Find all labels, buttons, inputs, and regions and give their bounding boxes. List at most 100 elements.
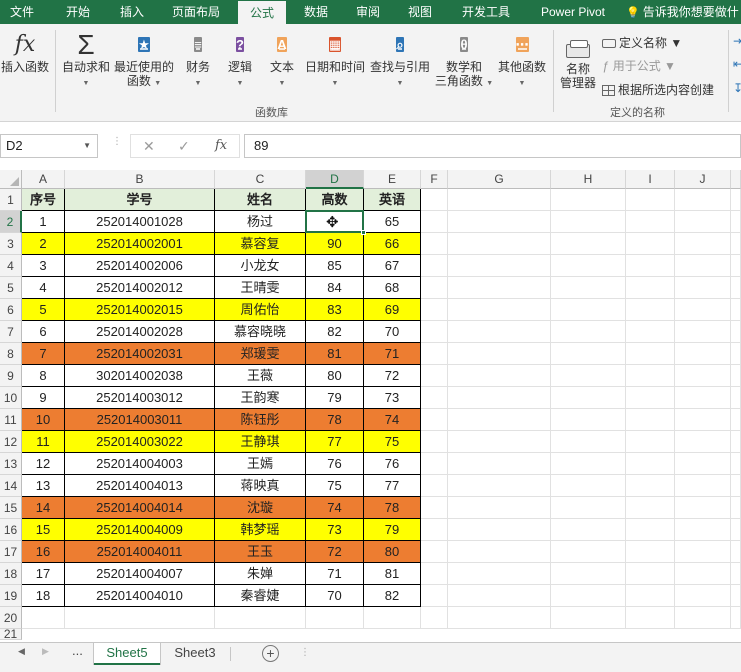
table-cell[interactable]: 252014004011 bbox=[65, 541, 215, 563]
row-header[interactable]: 12 bbox=[0, 431, 22, 453]
row-header[interactable]: 7 bbox=[0, 321, 22, 343]
table-cell[interactable]: 252014003011 bbox=[65, 409, 215, 431]
column-header[interactable]: D bbox=[306, 170, 364, 189]
row-header[interactable]: 1 bbox=[0, 189, 22, 211]
table-cell[interactable]: 王玉 bbox=[215, 541, 306, 563]
table-cell[interactable]: 70 bbox=[364, 321, 421, 343]
table-cell[interactable]: 79 bbox=[306, 387, 364, 409]
sheet-tab-sheet5[interactable]: Sheet5 bbox=[94, 643, 160, 665]
table-cell[interactable]: 252014001028 bbox=[65, 211, 215, 233]
table-cell[interactable]: 252014004010 bbox=[65, 585, 215, 607]
table-cell[interactable]: 82 bbox=[364, 585, 421, 607]
table-cell[interactable]: 75 bbox=[364, 431, 421, 453]
trace-dependents-icon[interactable]: ⇤ bbox=[733, 57, 741, 71]
row-header[interactable]: 8 bbox=[0, 343, 22, 365]
table-cell[interactable]: 78 bbox=[364, 497, 421, 519]
column-header[interactable]: A bbox=[22, 170, 65, 189]
table-cell[interactable]: 6 bbox=[22, 321, 65, 343]
table-cell[interactable]: 81 bbox=[306, 343, 364, 365]
date-time-button[interactable]: ▦ 日期和时间 ▼ bbox=[303, 32, 367, 88]
table-cell[interactable]: 82 bbox=[306, 321, 364, 343]
row-header[interactable]: 19 bbox=[0, 585, 22, 607]
tab-developer[interactable]: 开发工具 bbox=[450, 0, 522, 24]
table-cell[interactable]: 1 bbox=[22, 211, 65, 233]
tab-page-layout[interactable]: 页面布局 bbox=[164, 0, 228, 24]
table-cell[interactable]: 8 bbox=[22, 365, 65, 387]
table-cell[interactable]: 王晴雯 bbox=[215, 277, 306, 299]
table-cell[interactable]: 77 bbox=[306, 431, 364, 453]
table-cell[interactable]: 慕容晓晓 bbox=[215, 321, 306, 343]
table-cell[interactable]: 302014002038 bbox=[65, 365, 215, 387]
tab-file[interactable]: 文件 bbox=[0, 0, 44, 24]
table-cell[interactable]: 王嫣 bbox=[215, 453, 306, 475]
table-cell[interactable]: 252014002006 bbox=[65, 255, 215, 277]
drag-handle-icon[interactable]: ⋮ bbox=[300, 647, 310, 658]
table-cell[interactable]: 蒋映真 bbox=[215, 475, 306, 497]
row-header[interactable]: 3 bbox=[0, 233, 22, 255]
table-header-cell[interactable]: 姓名 bbox=[215, 189, 306, 211]
row-header[interactable]: 9 bbox=[0, 365, 22, 387]
tab-insert[interactable]: 插入 bbox=[110, 0, 154, 24]
table-cell[interactable]: 杨过 bbox=[215, 211, 306, 233]
table-cell[interactable]: 252014002001 bbox=[65, 233, 215, 255]
table-cell[interactable]: 秦睿婕 bbox=[215, 585, 306, 607]
table-cell[interactable]: 74 bbox=[306, 497, 364, 519]
table-cell[interactable]: 83 bbox=[306, 299, 364, 321]
formula-input[interactable]: 89 bbox=[244, 134, 741, 158]
table-header-cell[interactable]: 学号 bbox=[65, 189, 215, 211]
table-cell[interactable]: 78 bbox=[306, 409, 364, 431]
table-cell[interactable]: 16 bbox=[22, 541, 65, 563]
row-header[interactable]: 21 bbox=[0, 629, 22, 640]
table-cell[interactable]: 12 bbox=[22, 453, 65, 475]
table-cell[interactable]: 73 bbox=[364, 387, 421, 409]
table-cell[interactable]: 71 bbox=[364, 343, 421, 365]
table-cell[interactable]: 朱婵 bbox=[215, 563, 306, 585]
table-cell[interactable]: 84 bbox=[306, 277, 364, 299]
table-cell[interactable]: 郑瑗雯 bbox=[215, 343, 306, 365]
fill-handle[interactable] bbox=[361, 230, 366, 235]
fx-icon[interactable]: fx bbox=[215, 135, 227, 157]
column-header[interactable]: J bbox=[675, 170, 731, 189]
drag-handle-icon[interactable]: ⋮ bbox=[112, 137, 122, 147]
table-cell[interactable]: 17 bbox=[22, 563, 65, 585]
prev-sheet-icon[interactable]: ◀ bbox=[18, 646, 25, 657]
table-header-cell[interactable]: 英语 bbox=[364, 189, 421, 211]
table-cell[interactable]: 10 bbox=[22, 409, 65, 431]
table-header-cell[interactable]: 序号 bbox=[22, 189, 65, 211]
table-cell[interactable]: 4 bbox=[22, 277, 65, 299]
table-cell[interactable]: 81 bbox=[364, 563, 421, 585]
table-cell[interactable]: 252014003022 bbox=[65, 431, 215, 453]
table-cell[interactable]: 252014003012 bbox=[65, 387, 215, 409]
tab-review[interactable]: 审阅 bbox=[346, 0, 390, 24]
more-sheets-button[interactable]: ... bbox=[72, 643, 83, 658]
table-cell[interactable]: 72 bbox=[364, 365, 421, 387]
table-cell[interactable]: 3 bbox=[22, 255, 65, 277]
sheet-tab-sheet3[interactable]: Sheet3 bbox=[162, 643, 228, 665]
table-cell[interactable]: 77 bbox=[364, 475, 421, 497]
tab-power-pivot[interactable]: Power Pivot bbox=[530, 0, 616, 24]
text-button[interactable]: A 文本 ▼ bbox=[264, 32, 300, 88]
table-cell[interactable]: 79 bbox=[364, 519, 421, 541]
add-sheet-icon[interactable]: + bbox=[262, 645, 279, 662]
trace-precedents-icon[interactable]: ⇥ bbox=[733, 34, 741, 48]
remove-arrows-icon[interactable]: ↧ bbox=[733, 81, 741, 95]
tab-view[interactable]: 视图 bbox=[398, 0, 442, 24]
logical-button[interactable]: ? 逻辑 ▼ bbox=[222, 32, 258, 88]
table-cell[interactable]: 15 bbox=[22, 519, 65, 541]
column-header[interactable]: B bbox=[65, 170, 215, 189]
table-cell[interactable]: 80 bbox=[364, 541, 421, 563]
use-in-formula-button[interactable]: ƒ 用于公式 ▼ bbox=[602, 57, 676, 74]
row-header[interactable]: 13 bbox=[0, 453, 22, 475]
table-cell[interactable]: 76 bbox=[306, 453, 364, 475]
column-header[interactable] bbox=[731, 170, 741, 189]
next-sheet-icon[interactable]: ▶ bbox=[42, 646, 49, 657]
table-cell[interactable]: 68 bbox=[364, 277, 421, 299]
table-cell[interactable]: 王韵寒 bbox=[215, 387, 306, 409]
row-header[interactable]: 20 bbox=[0, 607, 22, 629]
table-cell[interactable]: 69 bbox=[364, 299, 421, 321]
table-cell[interactable]: 72 bbox=[306, 541, 364, 563]
table-cell[interactable]: 王静琪 bbox=[215, 431, 306, 453]
table-cell[interactable]: 65 bbox=[364, 211, 421, 233]
define-name-button[interactable]: 定义名称 ▼ bbox=[602, 34, 682, 51]
table-cell[interactable]: 252014004009 bbox=[65, 519, 215, 541]
